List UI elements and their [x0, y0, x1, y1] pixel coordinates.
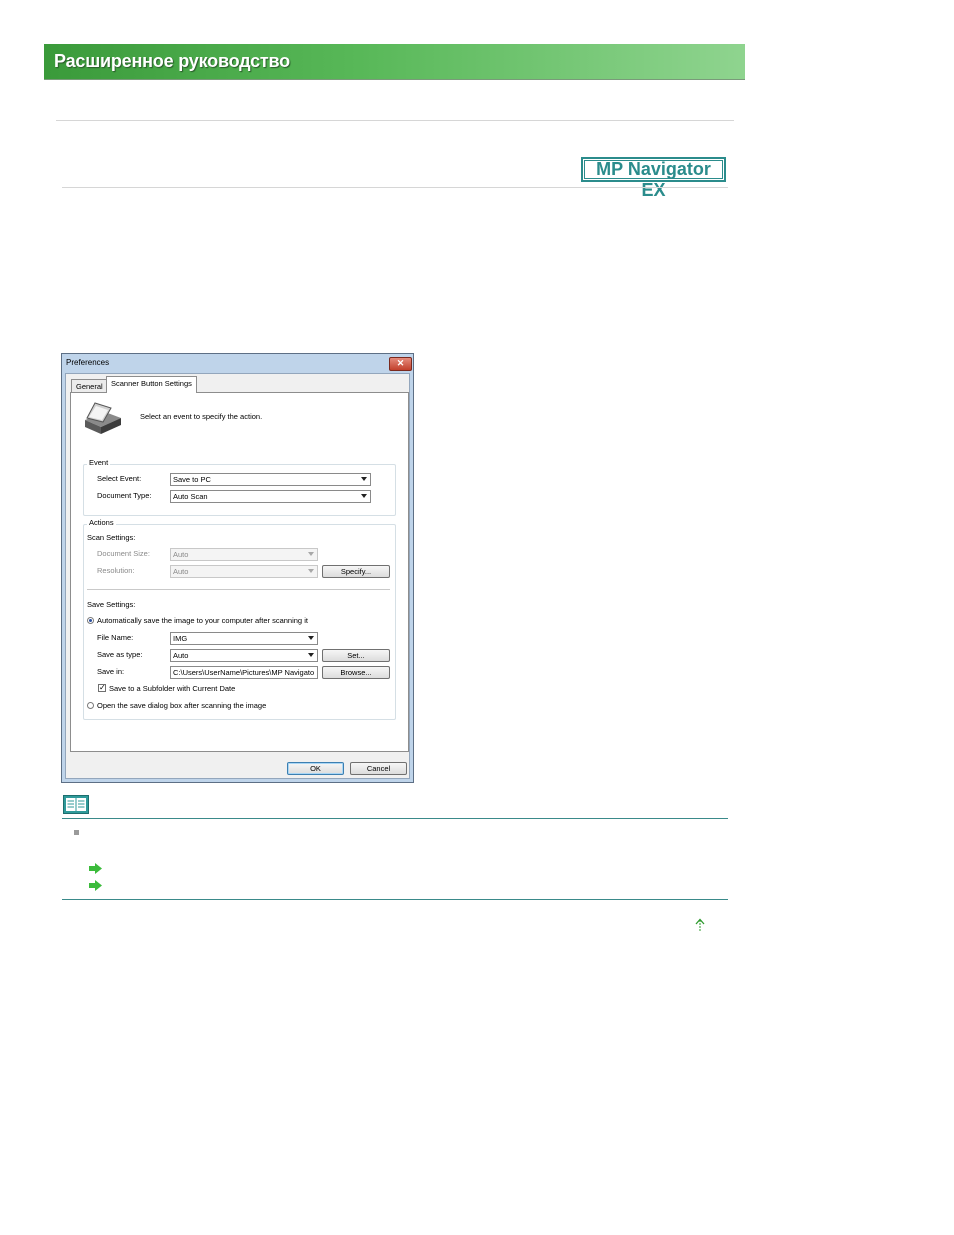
save-in-label: Save in:: [97, 667, 125, 676]
document-size-value: Auto: [173, 550, 189, 559]
section-divider: [87, 589, 390, 590]
chevron-down-icon: [308, 636, 314, 640]
document-size-label: Document Size:: [97, 549, 150, 558]
chevron-down-icon: [308, 653, 314, 657]
close-icon[interactable]: ✕: [389, 357, 412, 371]
file-name-value: IMG: [173, 634, 188, 643]
subfolder-checkbox-label: Save to a Subfolder with Current Date: [109, 684, 236, 693]
resolution-dropdown[interactable]: Auto: [170, 565, 318, 578]
browse-button[interactable]: Browse...: [322, 666, 390, 679]
document-type-value: Auto Scan: [173, 492, 208, 501]
subfolder-checkbox[interactable]: ✓: [98, 684, 106, 692]
save-settings-label: Save Settings:: [87, 600, 136, 609]
document-type-dropdown[interactable]: Auto Scan: [170, 490, 371, 503]
event-group-label: Event: [87, 458, 111, 467]
open-dialog-radio-label: Open the save dialog box after scanning …: [97, 701, 267, 710]
right-arrow-icon[interactable]: [89, 880, 102, 891]
tab-scanner-button-settings[interactable]: Scanner Button Settings: [106, 376, 197, 393]
specify-button[interactable]: Specify...: [322, 565, 390, 578]
ok-button[interactable]: OK: [287, 762, 344, 775]
save-in-field[interactable]: C:\Users\UserName\Pictures\MP Navigato: [170, 666, 318, 679]
up-arrow-icon[interactable]: [694, 918, 706, 932]
auto-save-radio[interactable]: [87, 617, 94, 624]
tab-panel: Select an event to specify the action. E…: [70, 392, 409, 752]
file-name-label: File Name:: [97, 633, 134, 642]
resolution-label: Resolution:: [97, 566, 135, 575]
chevron-down-icon: [361, 494, 367, 498]
chevron-down-icon: [308, 569, 314, 573]
save-as-type-dropdown[interactable]: Auto: [170, 649, 318, 662]
instruction-text: Select an event to specify the action.: [140, 412, 263, 421]
divider: [56, 120, 734, 121]
tab-general[interactable]: General: [71, 379, 108, 393]
auto-save-radio-label: Automatically save the image to your com…: [97, 616, 308, 625]
chevron-down-icon: [361, 477, 367, 481]
right-arrow-icon[interactable]: [89, 863, 102, 874]
scanner-icon: [85, 402, 121, 434]
chevron-down-icon: [308, 552, 314, 556]
document-size-dropdown[interactable]: Auto: [170, 548, 318, 561]
header-title: Расширенное руководство: [54, 51, 290, 71]
file-name-combo[interactable]: IMG: [170, 632, 318, 645]
header-banner: Расширенное руководство: [44, 44, 745, 80]
select-event-label: Select Event:: [97, 474, 142, 483]
save-as-type-label: Save as type:: [97, 650, 143, 659]
scan-settings-label: Scan Settings:: [87, 533, 136, 542]
select-event-value: Save to PC: [173, 475, 211, 484]
dialog-body: General Scanner Button Settings Select a…: [65, 373, 410, 779]
select-event-dropdown[interactable]: Save to PC: [170, 473, 371, 486]
save-as-type-value: Auto: [173, 651, 189, 660]
resolution-value: Auto: [173, 567, 189, 576]
divider: [62, 187, 728, 188]
logo-frame: [584, 160, 723, 179]
document-type-label: Document Type:: [97, 491, 152, 500]
set-button[interactable]: Set...: [322, 649, 390, 662]
product-logo: MP Navigator EX: [581, 157, 726, 200]
note-bottom-divider: [62, 899, 728, 900]
open-dialog-radio[interactable]: [87, 702, 94, 709]
dialog-title: Preferences: [66, 358, 110, 367]
preferences-dialog: Preferences ✕ General Scanner Button Set…: [61, 353, 414, 783]
note-book-icon: [63, 795, 89, 814]
actions-group-label: Actions: [87, 518, 116, 527]
cancel-button[interactable]: Cancel: [350, 762, 407, 775]
note-bullet: [74, 830, 79, 835]
note-divider: [62, 818, 728, 819]
